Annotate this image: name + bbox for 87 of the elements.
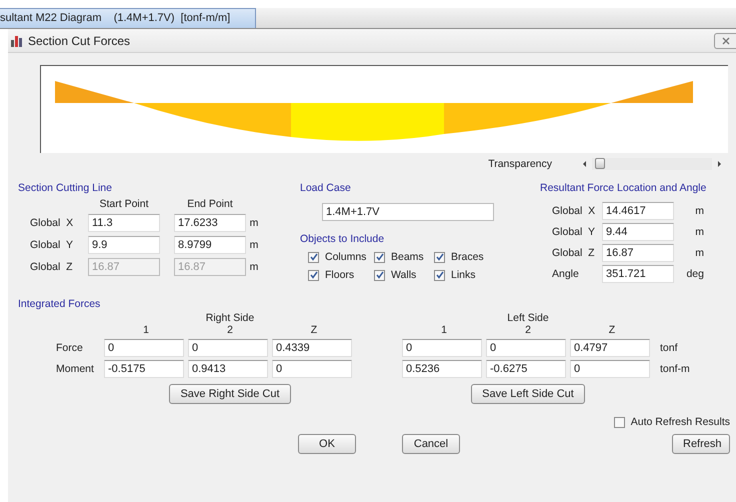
row-label: Global X — [552, 205, 596, 217]
input-field[interactable]: 0 — [188, 339, 268, 357]
checkbox-label: Walls — [391, 269, 416, 281]
row-label: Global Y — [30, 239, 74, 251]
diagram-tab[interactable]: sultant M22 Diagram (1.4M+1.7V) [tonf-m/m] — [0, 8, 256, 28]
cancel-button[interactable]: Cancel — [402, 434, 460, 454]
checkbox-label: Floors — [325, 269, 354, 281]
unit-label: m — [694, 247, 704, 259]
checkbox-label: Columns — [325, 251, 366, 263]
input-field[interactable]: 0 — [272, 360, 352, 378]
unit-label: m — [248, 239, 260, 251]
check-icon — [376, 271, 384, 279]
column-header: Start Point — [98, 198, 150, 210]
row-label: Moment — [56, 363, 95, 375]
group-title: Objects to Include — [300, 233, 386, 245]
unit-label: m — [248, 261, 260, 273]
checkbox[interactable] — [308, 270, 319, 280]
checkbox[interactable] — [374, 270, 385, 280]
row-label: Global Z — [552, 247, 596, 259]
check-icon — [376, 253, 384, 261]
group-title: Load Case — [300, 182, 352, 194]
load-case-field[interactable]: 1.4M+1.7V — [322, 203, 494, 221]
check-icon — [436, 271, 444, 279]
column-header: 1 — [142, 324, 150, 336]
check-icon — [310, 253, 318, 261]
column-header: Z — [310, 324, 318, 336]
input-field[interactable]: 0 — [402, 339, 482, 357]
checkbox-label: Beams — [391, 251, 424, 263]
checkbox[interactable] — [434, 252, 445, 262]
group-title: Resultant Force Location and Angle — [540, 182, 708, 194]
input-field[interactable]: 14.4617 — [602, 202, 674, 220]
input-field[interactable]: 16.87 — [602, 244, 674, 262]
close-button[interactable] — [714, 32, 736, 48]
unit-label: tonf-m — [660, 363, 691, 375]
column-header: 2 — [226, 324, 234, 336]
input-field[interactable]: 0.4797 — [570, 339, 650, 357]
input-field[interactable]: 9.44 — [602, 223, 674, 241]
refresh-button[interactable]: Refresh — [672, 434, 730, 454]
input-field[interactable]: 17.6233 — [174, 214, 246, 232]
input-field[interactable]: 0 — [486, 339, 566, 357]
save-cut-button[interactable]: Save Left Side Cut — [471, 384, 585, 404]
input-field[interactable]: 0.5236 — [402, 360, 482, 378]
unit-label: m — [694, 226, 704, 238]
checkbox[interactable] — [434, 270, 445, 280]
input-field[interactable]: 8.9799 — [174, 236, 246, 254]
column-header: 2 — [524, 324, 532, 336]
unit-label: tonf — [660, 342, 679, 354]
input-field[interactable]: 0 — [570, 360, 650, 378]
checkbox-label: Links — [451, 269, 476, 281]
input-field[interactable]: -0.6275 — [486, 360, 566, 378]
transparency-label: Transparency — [488, 158, 552, 170]
row-label: Global Z — [30, 261, 74, 273]
side-title: Right Side — [204, 312, 256, 324]
check-icon — [310, 271, 318, 279]
bar-chart-icon — [10, 34, 24, 47]
column-header: Z — [608, 324, 616, 336]
check-icon — [436, 253, 444, 261]
input-field[interactable]: 0 — [104, 339, 184, 357]
unit-label: m — [248, 217, 260, 229]
row-label: Global Y — [552, 226, 596, 238]
input-field[interactable]: 9.9 — [88, 236, 160, 254]
dialog-title: Section Cut Forces — [28, 34, 132, 48]
input-field[interactable]: 11.3 — [88, 214, 160, 232]
group-title: Section Cutting Line — [18, 182, 113, 194]
ok-button[interactable]: OK — [298, 434, 356, 454]
row-label: Force — [56, 342, 84, 354]
transparency-slider[interactable] — [592, 158, 712, 170]
slider-thumb[interactable] — [595, 158, 606, 169]
checkbox-label: Auto Refresh Results — [630, 416, 730, 428]
input-field[interactable]: -0.5175 — [104, 360, 184, 378]
input-field[interactable]: 351.721 — [602, 265, 674, 283]
row-label: Global X — [30, 217, 74, 229]
close-icon — [722, 36, 730, 44]
unit-label: m — [694, 205, 704, 217]
input-field[interactable]: 0.9413 — [188, 360, 268, 378]
group-title: Integrated Forces — [18, 298, 102, 310]
row-label: Angle — [552, 268, 580, 280]
checkbox[interactable] — [308, 252, 319, 262]
unit-label: deg — [685, 268, 704, 280]
save-cut-button[interactable]: Save Right Side Cut — [169, 384, 291, 404]
input-field[interactable]: 0.4339 — [272, 339, 352, 357]
column-header: End Point — [186, 198, 234, 210]
checkbox-label: Braces — [451, 251, 484, 263]
checkbox[interactable] — [374, 252, 385, 262]
checkbox[interactable] — [614, 416, 625, 428]
side-title: Left Side — [506, 312, 550, 324]
column-header: 1 — [440, 324, 448, 336]
